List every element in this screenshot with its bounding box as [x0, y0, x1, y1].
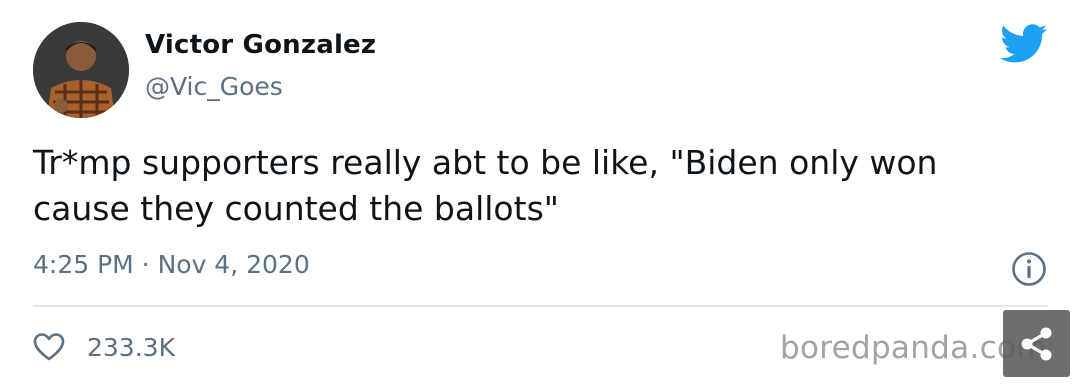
avatar[interactable]: [33, 22, 129, 118]
divider: [33, 305, 1048, 307]
author-name[interactable]: Victor Gonzalez: [145, 30, 376, 60]
share-button[interactable]: [1003, 310, 1070, 377]
author-handle[interactable]: @Vic_Goes: [145, 72, 283, 101]
heart-icon[interactable]: [33, 332, 65, 362]
avatar-image: [33, 22, 129, 118]
like-count: 233.3K: [87, 332, 175, 362]
twitter-bird-icon[interactable]: [1000, 24, 1048, 64]
tweet-card: Victor Gonzalez @Vic_Goes Tr*mp supporte…: [0, 0, 1078, 387]
like-action[interactable]: 233.3K: [33, 330, 175, 364]
tweet-timestamp[interactable]: 4:25 PM · Nov 4, 2020: [33, 250, 310, 279]
share-icon: [1021, 327, 1051, 360]
tweet-text: Tr*mp supporters really abt to be like, …: [33, 143, 938, 228]
info-icon[interactable]: [1011, 251, 1047, 287]
